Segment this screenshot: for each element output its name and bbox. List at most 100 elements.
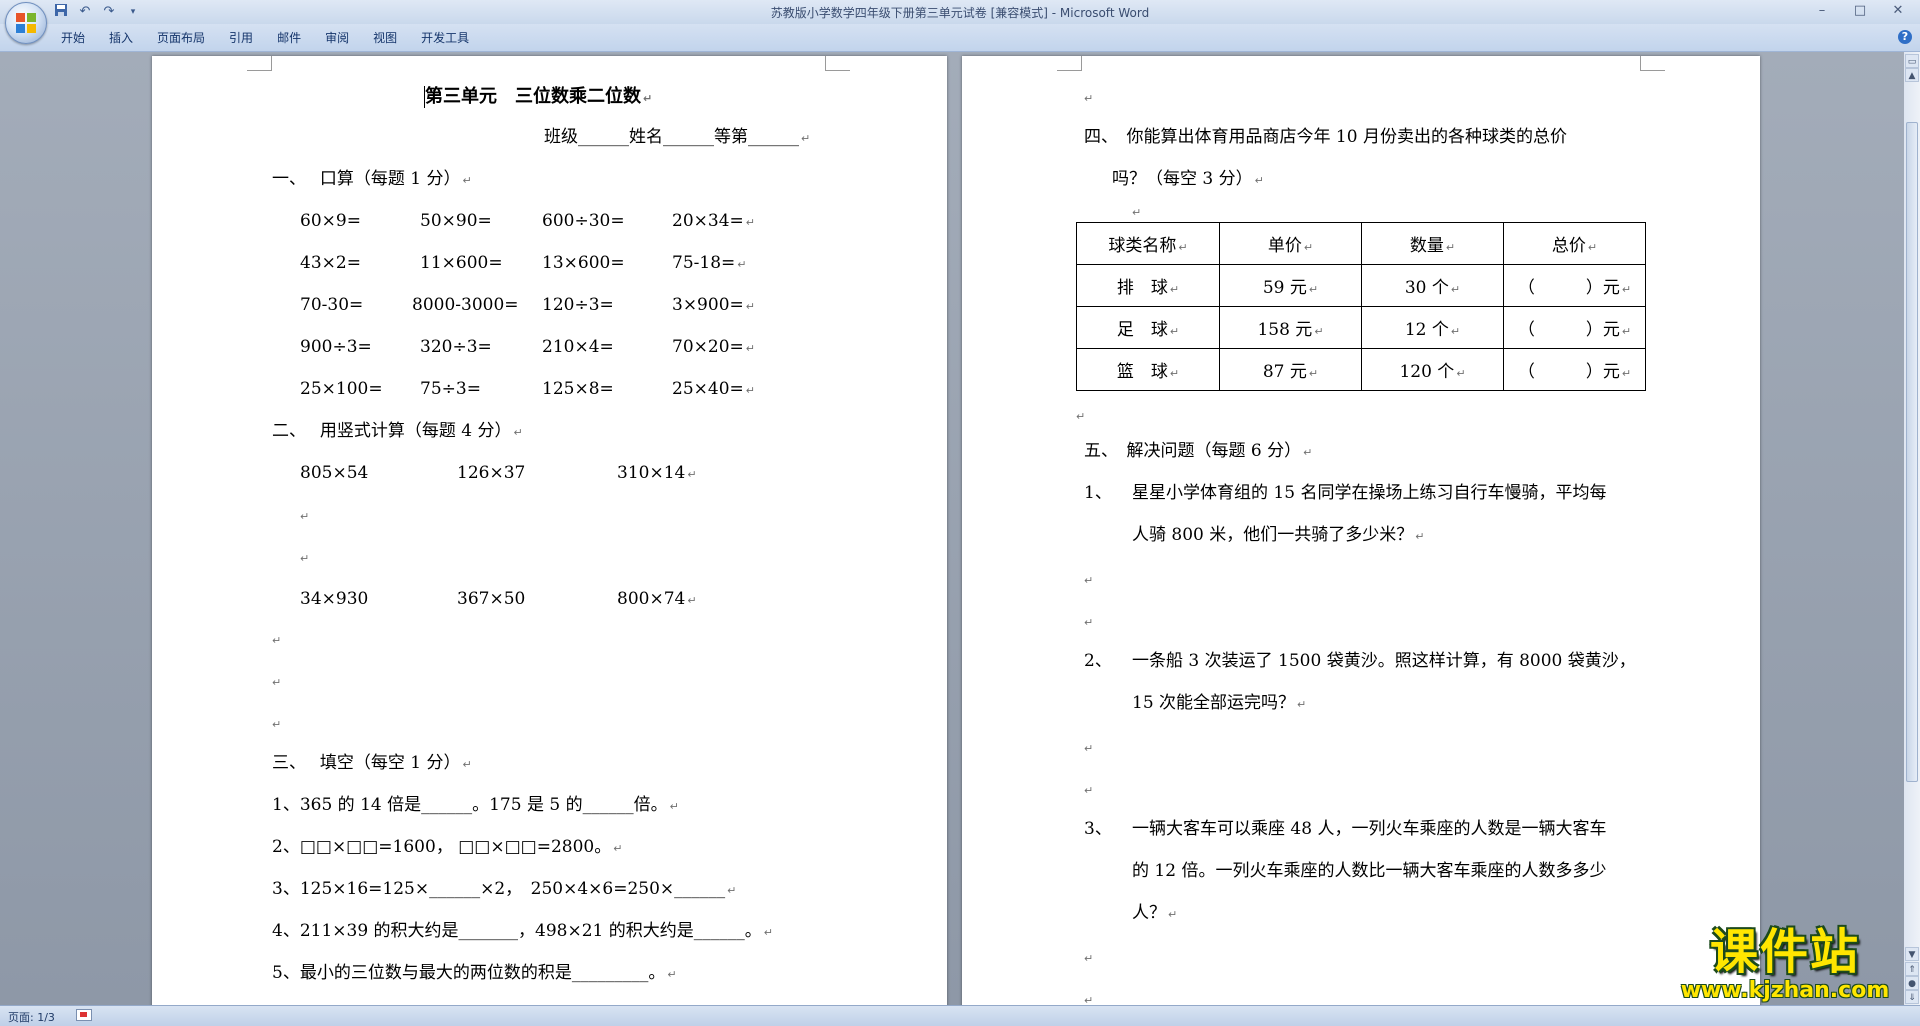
question-2-text: 15 次能全部运完吗？ ↵ xyxy=(1132,693,1307,713)
oral-problem: 75-18= ↵ xyxy=(672,253,747,273)
vertical-scrollbar[interactable]: ▭ ▲ ▼ ⇑ ● ⇓ xyxy=(1904,52,1920,1005)
scroll-down-icon[interactable]: ▼ xyxy=(1905,947,1919,961)
table-cell: 篮 球 ↵ xyxy=(1076,348,1220,391)
paragraph-mark: ↵ xyxy=(1303,241,1314,254)
oral-problem: 75÷3= xyxy=(420,379,481,399)
minimize-button[interactable]: – xyxy=(1808,2,1836,20)
scrollbar-thumb[interactable] xyxy=(1906,122,1918,782)
paragraph-mark: ↵ xyxy=(745,384,755,397)
oral-problem: 70-30= xyxy=(300,295,364,315)
page-count[interactable]: 页面: 1/3 xyxy=(8,1009,55,1025)
oral-problem: 13×600= xyxy=(542,253,625,273)
vertical-problem: 805×54 xyxy=(300,463,369,483)
paragraph-mark: ↵ xyxy=(300,510,310,523)
paragraph-mark: ↵ xyxy=(801,132,811,145)
paragraph-mark: ↵ xyxy=(1450,283,1461,296)
paragraph-mark: ↵ xyxy=(687,468,697,481)
oral-problem: 600÷30= xyxy=(542,211,625,231)
table-header-cell: 单价 ↵ xyxy=(1219,222,1362,265)
table-cell: 排 球 ↵ xyxy=(1076,264,1220,307)
paragraph-mark: ↵ xyxy=(1314,325,1324,338)
proofing-status-icon[interactable] xyxy=(76,1009,92,1021)
margin-corner-mark xyxy=(247,56,272,71)
scroll-up-icon[interactable]: ▲ xyxy=(1905,68,1919,82)
table-row: 排 球 ↵ 59 元 ↵ 30 个 ↵ （ ）元 ↵ xyxy=(1076,264,1646,307)
watermark-logo-text: 课件站 xyxy=(1709,924,1860,980)
tab-review[interactable]: 审阅 xyxy=(313,29,361,47)
oral-problem: 60×9= xyxy=(300,211,361,231)
document-workspace[interactable]: 第三单元 三位数乘二位数 ↵ 班级______姓名______等第______ ↵ … xyxy=(0,52,1904,1005)
question-3-text: 的 12 倍。一列火车乘座的人数比一辆大客车乘座的人数多多少 xyxy=(1132,861,1607,881)
paragraph-mark: ↵ xyxy=(1084,574,1094,587)
maximize-button[interactable]: □ xyxy=(1846,2,1874,20)
paragraph-mark: ↵ xyxy=(737,258,747,271)
paragraph-mark: ↵ xyxy=(1297,698,1307,711)
section-2-heading: 二、 用竖式计算（每题 4 分） ↵ xyxy=(272,421,523,441)
next-page-icon[interactable]: ⇓ xyxy=(1905,990,1919,1004)
oral-problem: 125×8= xyxy=(542,379,614,399)
tab-mailings[interactable]: 邮件 xyxy=(265,29,313,47)
oral-problem: 70×20= ↵ xyxy=(672,337,755,357)
exam-title: 第三单元 三位数乘二位数 ↵ xyxy=(425,86,653,107)
oral-problem: 210×4= xyxy=(542,337,614,357)
oral-problem: 3×900= ↵ xyxy=(672,295,755,315)
paragraph-mark: ↵ xyxy=(1169,367,1180,380)
vertical-problem: 34×930 xyxy=(300,589,369,609)
margin-corner-mark xyxy=(1640,56,1665,71)
tab-view[interactable]: 视图 xyxy=(361,29,409,47)
browse-object-icon[interactable]: ● xyxy=(1905,976,1919,990)
paragraph-mark: ↵ xyxy=(643,92,653,105)
fill-blank-item: 3、125×16=125×______×2， 250×4×6=250×_____… xyxy=(272,879,737,899)
oral-problem: 50×90= xyxy=(420,211,492,231)
table-cell: 87 元 ↵ xyxy=(1219,348,1362,391)
paragraph-mark: ↵ xyxy=(687,594,697,607)
paragraph-mark: ↵ xyxy=(669,800,679,813)
paragraph-mark: ↵ xyxy=(1168,908,1178,921)
vertical-problem: 800×74 ↵ xyxy=(617,589,697,609)
section-1-heading: 一、 口算（每题 1 分） ↵ xyxy=(272,169,472,189)
paragraph-mark: ↵ xyxy=(272,718,282,731)
paragraph-mark: ↵ xyxy=(745,216,755,229)
question-2-text: 一条船 3 次装运了 1500 袋黄沙。照这样计算，有 8000 袋黄沙， xyxy=(1132,651,1636,671)
tab-references[interactable]: 引用 xyxy=(217,29,265,47)
paragraph-mark: ↵ xyxy=(462,758,472,771)
table-cell: 足 球 ↵ xyxy=(1076,306,1220,349)
tab-home[interactable]: 开始 xyxy=(49,29,97,47)
paragraph-mark: ↵ xyxy=(1178,241,1188,254)
oral-problem: 8000-3000= xyxy=(412,295,519,315)
title-bar: ↶ ↷ ▾ 苏教版小学数学四年级下册第三单元试卷 [兼容模式] - Micros… xyxy=(0,0,1920,44)
document-page-1[interactable]: 第三单元 三位数乘二位数 ↵ 班级______姓名______等第______ ↵ … xyxy=(152,56,947,1005)
ruler-toggle-icon[interactable]: ▭ xyxy=(1905,54,1919,68)
tab-page-layout[interactable]: 页面布局 xyxy=(145,29,217,47)
oral-problem: 20×34= ↵ xyxy=(672,211,755,231)
table-cell: （ ）元 ↵ xyxy=(1503,348,1646,391)
paragraph-mark: ↵ xyxy=(1084,784,1094,797)
paragraph-mark: ↵ xyxy=(1303,446,1313,459)
oral-problem: 120÷3= xyxy=(542,295,614,315)
table-cell: 12 个 ↵ xyxy=(1361,306,1504,349)
table-header-cell: 数量 ↵ xyxy=(1361,222,1504,265)
document-page-2[interactable]: ↵ 四、 你能算出体育用品商店今年 10 月份卖出的各种球类的总价 吗？（每空 … xyxy=(962,56,1760,1005)
table-row: 篮 球 ↵ 87 元 ↵ 120 个 ↵ （ ）元 ↵ xyxy=(1076,348,1646,391)
previous-page-icon[interactable]: ⇑ xyxy=(1905,962,1919,976)
question-1-text: 人骑 800 米，他们一共骑了多少米？ ↵ xyxy=(1132,525,1425,545)
paragraph-mark: ↵ xyxy=(1084,616,1094,629)
section-5-heading: 五、 解决问题（每题 6 分） ↵ xyxy=(1084,441,1313,461)
office-logo-icon xyxy=(16,13,36,33)
status-bar: 页面: 1/3 xyxy=(0,1005,1920,1026)
margin-corner-mark xyxy=(1057,56,1082,71)
fill-blank-item: 2、□□×□□=1600， □□×□□=2800。 ↵ xyxy=(272,837,623,857)
tab-insert[interactable]: 插入 xyxy=(97,29,145,47)
student-info-line: 班级______姓名______等第______ ↵ xyxy=(544,127,811,147)
help-icon[interactable]: ? xyxy=(1898,30,1912,44)
office-button[interactable] xyxy=(5,2,47,44)
paragraph-mark: ↵ xyxy=(1169,283,1180,296)
paragraph-mark: ↵ xyxy=(1084,92,1094,105)
vertical-problem: 126×37 xyxy=(457,463,526,483)
paragraph-mark: ↵ xyxy=(613,842,623,855)
question-number: 3、 xyxy=(1084,819,1112,839)
tab-developer[interactable]: 开发工具 xyxy=(409,29,481,47)
table-header-cell: 总价 ↵ xyxy=(1503,222,1646,265)
close-button[interactable]: ✕ xyxy=(1884,2,1912,20)
oral-problem: 320÷3= xyxy=(420,337,492,357)
